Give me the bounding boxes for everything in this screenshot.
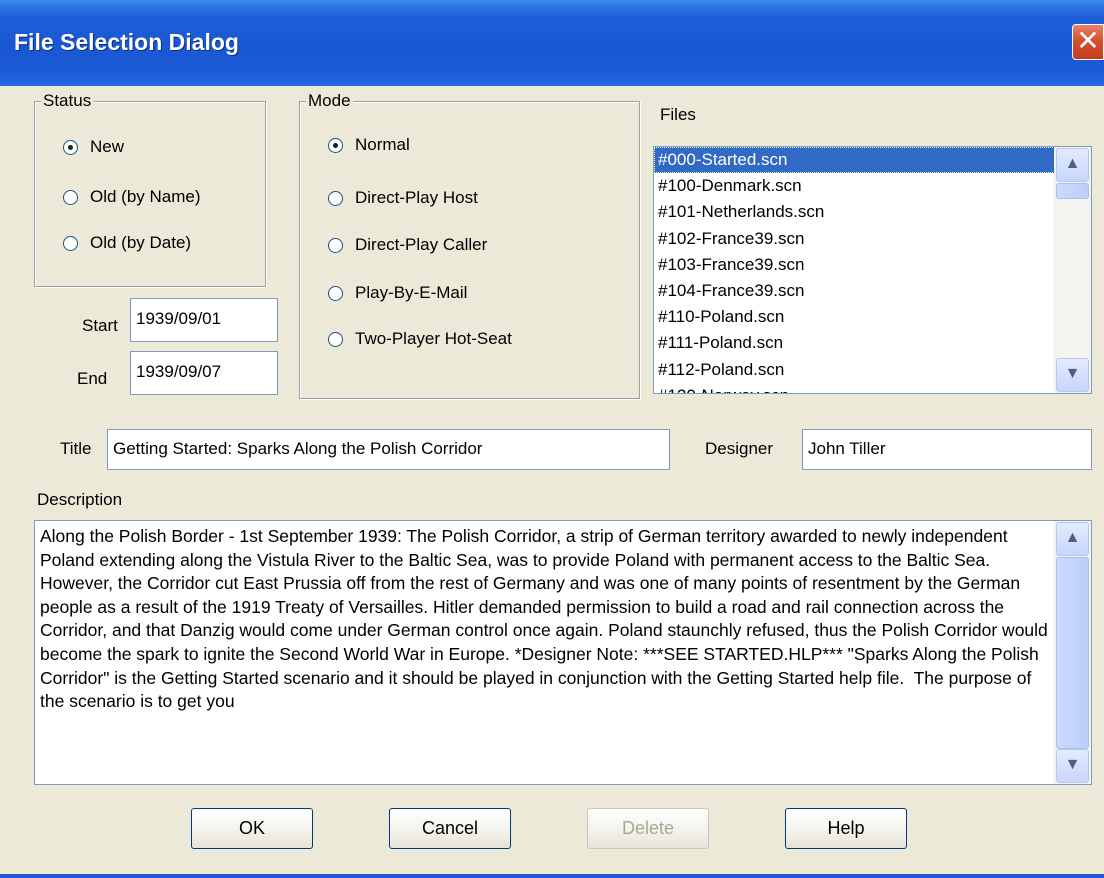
mode-two-player-hot-seat-radio[interactable]: Two-Player Hot-Seat — [328, 327, 512, 351]
chevron-up-icon: ▲ — [1064, 529, 1081, 546]
description-scrollbar[interactable]: ▲ ▼ — [1054, 521, 1091, 784]
radio-selected-icon — [63, 139, 78, 155]
files-label: Files — [660, 105, 696, 124]
mode-group: Mode Normal Direct-Play Host Direct-Play… — [299, 91, 640, 399]
mode-direct-play-host-radio[interactable]: Direct-Play Host — [328, 186, 478, 210]
status-group: Status New Old (by Name) Old (by Date) — [34, 91, 266, 287]
radio-unselected-icon — [63, 235, 78, 251]
list-item[interactable]: #100-Denmark.scn — [654, 173, 1091, 199]
radio-selected-icon — [328, 137, 343, 153]
status-group-label: Status — [41, 91, 94, 111]
scroll-up-button[interactable]: ▲ — [1056, 148, 1089, 182]
scroll-thumb[interactable] — [1056, 183, 1089, 199]
status-old-by-date-radio[interactable]: Old (by Date) — [63, 231, 191, 255]
status-new-radio[interactable]: New — [63, 135, 124, 159]
chevron-up-icon: ▲ — [1064, 155, 1081, 172]
end-date-field[interactable]: 1939/09/07 — [130, 351, 278, 395]
delete-button[interactable]: Delete — [587, 808, 709, 849]
mode-two-player-hot-seat-label: Two-Player Hot-Seat — [355, 329, 512, 348]
designer-field[interactable]: John Tiller — [802, 429, 1092, 470]
scroll-down-button[interactable]: ▼ — [1056, 749, 1089, 783]
radio-unselected-icon — [328, 331, 343, 347]
cancel-button[interactable]: Cancel — [389, 808, 511, 849]
status-old-by-date-label: Old (by Date) — [90, 233, 192, 252]
description-text: Along the Polish Border - 1st September … — [40, 526, 1053, 712]
designer-label: Designer — [705, 439, 774, 458]
list-item[interactable]: #104-France39.scn — [654, 278, 1091, 304]
list-item[interactable]: #120-Norway.scn — [654, 383, 1091, 393]
window-title: File Selection Dialog — [14, 29, 239, 55]
mode-play-by-email-radio[interactable]: Play-By-E-Mail — [328, 281, 467, 305]
mode-direct-play-host-label: Direct-Play Host — [355, 188, 478, 207]
window-bottom-border — [0, 874, 1104, 878]
ok-button[interactable]: OK — [191, 808, 313, 849]
title-label: Title — [60, 439, 92, 458]
mode-normal-radio[interactable]: Normal — [328, 133, 410, 157]
radio-unselected-icon — [63, 189, 78, 205]
mode-group-label: Mode — [306, 91, 353, 111]
description-box[interactable]: Along the Polish Border - 1st September … — [34, 520, 1092, 785]
description-label: Description — [37, 490, 123, 509]
chevron-down-icon: ▼ — [1064, 365, 1081, 382]
files-scrollbar[interactable]: ▲ ▼ — [1054, 147, 1091, 393]
radio-unselected-icon — [328, 285, 343, 301]
status-new-label: New — [90, 137, 125, 156]
close-icon: ✕ — [1076, 25, 1100, 56]
title-field[interactable]: Getting Started: Sparks Along the Polish… — [107, 429, 670, 470]
list-item[interactable]: #103-France39.scn — [654, 252, 1091, 278]
scroll-down-button[interactable]: ▼ — [1056, 358, 1089, 392]
list-item[interactable]: #101-Netherlands.scn — [654, 199, 1091, 225]
list-item[interactable]: #112-Poland.scn — [654, 357, 1091, 383]
chevron-down-icon: ▼ — [1064, 756, 1081, 773]
help-button[interactable]: Help — [785, 808, 907, 849]
mode-play-by-email-label: Play-By-E-Mail — [355, 283, 468, 302]
scroll-thumb[interactable] — [1056, 557, 1089, 749]
list-item[interactable]: #102-France39.scn — [654, 226, 1091, 252]
status-old-by-name-radio[interactable]: Old (by Name) — [63, 185, 201, 209]
files-listbox[interactable]: #000-Started.scn #100-Denmark.scn #101-N… — [653, 146, 1092, 394]
list-item[interactable]: #111-Poland.scn — [654, 330, 1091, 356]
start-label: Start — [82, 316, 118, 335]
radio-unselected-icon — [328, 237, 343, 253]
scroll-up-button[interactable]: ▲ — [1056, 522, 1089, 556]
close-button[interactable]: ✕ — [1072, 24, 1104, 60]
mode-normal-label: Normal — [355, 135, 410, 154]
radio-unselected-icon — [328, 190, 343, 206]
status-old-by-name-label: Old (by Name) — [90, 187, 201, 206]
list-item[interactable]: #000-Started.scn — [654, 147, 1091, 174]
mode-direct-play-caller-radio[interactable]: Direct-Play Caller — [328, 233, 487, 257]
end-label: End — [77, 369, 108, 388]
title-bar: File Selection Dialog ✕ — [0, 0, 1104, 86]
mode-direct-play-caller-label: Direct-Play Caller — [355, 235, 488, 254]
start-date-field[interactable]: 1939/09/01 — [130, 298, 278, 342]
list-item[interactable]: #110-Poland.scn — [654, 304, 1091, 330]
